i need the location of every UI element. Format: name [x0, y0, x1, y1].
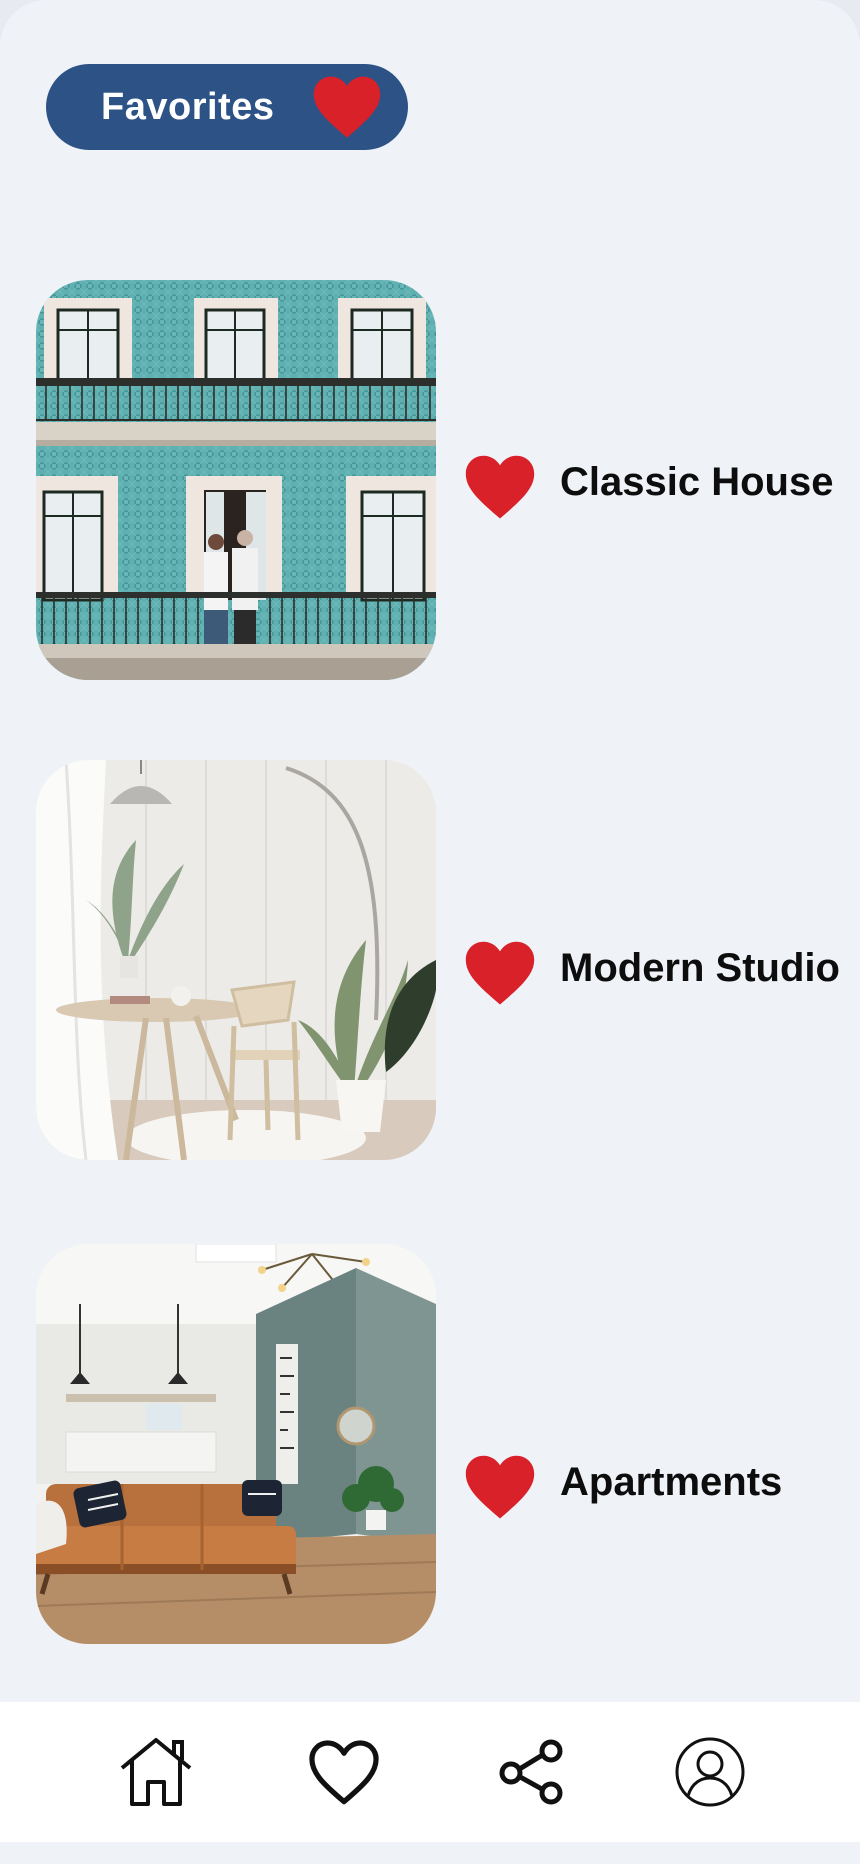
classic-house-photo[interactable]: [36, 280, 436, 680]
profile-icon: [675, 1737, 745, 1807]
share-icon: [499, 1739, 563, 1805]
apartments-photo[interactable]: [36, 1244, 436, 1644]
nav-profile-button[interactable]: [668, 1730, 752, 1814]
item-title: Classic House: [560, 460, 834, 504]
favorite-item[interactable]: Classic House: [36, 280, 860, 680]
home-icon: [120, 1738, 192, 1806]
favorite-item[interactable]: Apartments: [36, 1244, 860, 1644]
modern-studio-photo[interactable]: [36, 760, 436, 1160]
heart-outline-icon: [309, 1740, 379, 1805]
favorites-header[interactable]: Favorites: [46, 64, 408, 150]
favorites-screen: Favorites Classic House Modern Studio Ap…: [0, 0, 860, 1864]
nav-share-button[interactable]: [490, 1730, 574, 1814]
item-title: Apartments: [560, 1460, 783, 1504]
favorite-item[interactable]: Modern Studio: [36, 760, 860, 1160]
heart-icon[interactable]: [464, 454, 536, 520]
heart-icon[interactable]: [464, 1454, 536, 1520]
item-title: Modern Studio: [560, 946, 840, 990]
heart-icon[interactable]: [464, 940, 536, 1006]
heart-icon: [313, 76, 381, 138]
favorites-title: Favorites: [101, 85, 275, 128]
nav-favorites-button[interactable]: [302, 1730, 386, 1814]
nav-home-button[interactable]: [114, 1730, 198, 1814]
bottom-navigation: [0, 1702, 860, 1842]
